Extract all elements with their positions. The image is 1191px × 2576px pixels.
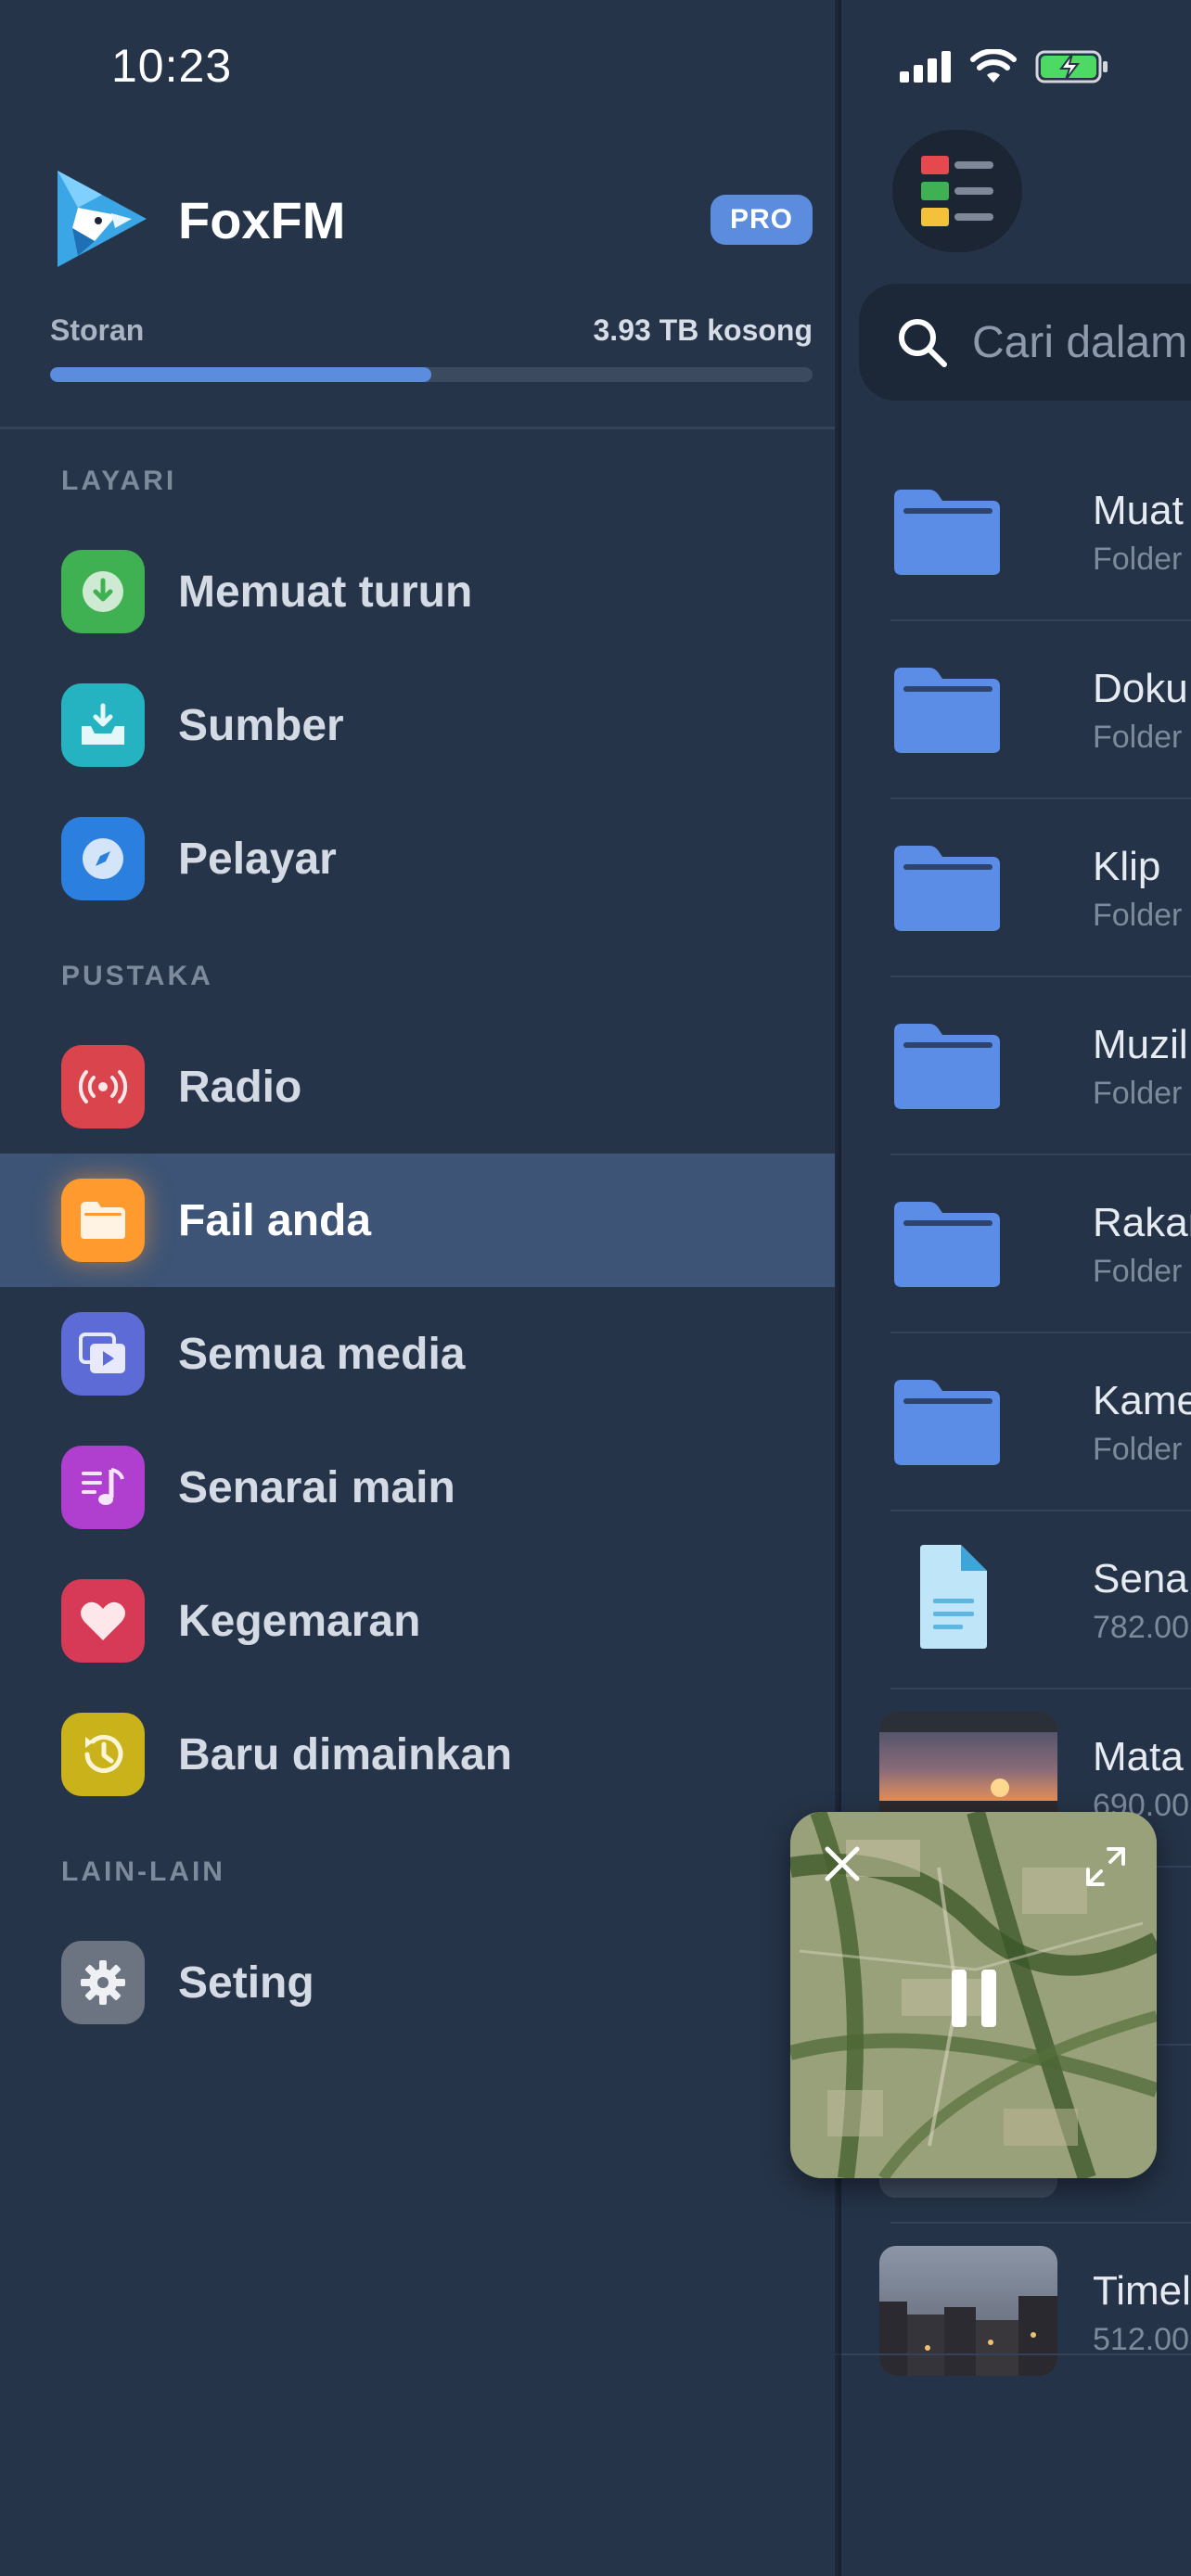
- pause-icon[interactable]: [948, 1970, 1000, 2027]
- list-item[interactable]: Muat Folder: [835, 443, 1191, 621]
- file-name: Rakar: [1093, 1200, 1191, 1245]
- list-item[interactable]: Rakar Folder: [835, 1155, 1191, 1333]
- menu-item-all-media[interactable]: Semua media: [0, 1287, 835, 1421]
- file-meta: Folder: [1093, 720, 1183, 755]
- menu-item-label: Kegemaran: [178, 1596, 421, 1646]
- section-header-other: LAIN-LAIN: [61, 1856, 225, 1887]
- signal-icon: [900, 51, 951, 83]
- menu-item-label: Radio: [178, 1062, 302, 1112]
- folder-icon: [894, 1024, 1000, 1109]
- file-name: Mata: [1093, 1734, 1184, 1779]
- navigation-drawer: 10:23 FoxFM PRO Storan 3.93 TB kosong LA…: [0, 0, 835, 2576]
- status-icons: [900, 48, 1109, 85]
- file-meta: Folder: [1093, 542, 1183, 577]
- list-item[interactable]: Timel 512.00: [835, 2224, 1191, 2402]
- radio-broadcast-icon: [61, 1045, 145, 1129]
- battery-charging-icon: [1035, 50, 1108, 83]
- file-meta: Folder: [1093, 1076, 1183, 1111]
- menu-item-label: Senarai main: [178, 1462, 455, 1512]
- menu-item-recent[interactable]: Baru dimainkan: [0, 1688, 835, 1821]
- menu-item-downloads[interactable]: Memuat turun: [0, 525, 835, 658]
- storage-free-text: 3.93 TB kosong: [593, 313, 813, 347]
- photo-thumbnail: [879, 2246, 1057, 2376]
- compass-icon: [61, 817, 145, 900]
- file-name: Muat: [1093, 488, 1184, 533]
- file-name: Sena: [1093, 1556, 1188, 1601]
- file-name: Kame: [1093, 1378, 1191, 1423]
- search-placeholder: Cari dalam: [972, 317, 1188, 367]
- media-icon: [61, 1312, 145, 1396]
- menu-toggle-button[interactable]: [892, 130, 1022, 252]
- list-item[interactable]: Klip Folder: [835, 799, 1191, 977]
- search-icon: [899, 319, 947, 367]
- file-meta: Folder: [1093, 1254, 1183, 1289]
- file-name: Muzil: [1093, 1022, 1188, 1067]
- folder-icon: [894, 490, 1000, 575]
- menu-item-files[interactable]: Fail anda: [0, 1154, 835, 1287]
- history-icon: [61, 1713, 145, 1796]
- menu-item-label: Baru dimainkan: [178, 1729, 513, 1779]
- menu-item-playlists[interactable]: Senarai main: [0, 1421, 835, 1554]
- storage-label: Storan: [50, 313, 145, 347]
- list-item[interactable]: Doku Folder: [835, 621, 1191, 799]
- gear-icon: [61, 1941, 145, 2024]
- menu-item-label: Memuat turun: [178, 567, 473, 617]
- menu-item-label: Pelayar: [178, 834, 337, 884]
- file-meta: 782.00: [1093, 1610, 1189, 1645]
- heart-icon: [61, 1579, 145, 1663]
- folder-icon: [894, 668, 1000, 753]
- foxfm-logo-icon: [58, 171, 147, 267]
- list-bottom-divider: [835, 2353, 1191, 2355]
- drawer-divider: [0, 427, 835, 429]
- app-title: FoxFM: [178, 191, 346, 249]
- playlist-icon: [61, 1446, 145, 1529]
- expand-icon[interactable]: [1082, 1843, 1129, 1890]
- list-item[interactable]: Muzil Folder: [835, 977, 1191, 1155]
- storage-bar-fill: [50, 367, 431, 382]
- folder-icon: [61, 1179, 145, 1262]
- section-header-library: PUSTAKA: [61, 961, 213, 991]
- folder-icon: [894, 846, 1000, 931]
- file-name: Timel: [1093, 2268, 1191, 2314]
- list-item[interactable]: Kame Folder: [835, 1333, 1191, 1511]
- file-name: Klip: [1093, 844, 1161, 889]
- menu-item-label: Semua media: [178, 1329, 466, 1379]
- file-meta: Folder: [1093, 898, 1183, 933]
- file-name: Doku: [1093, 666, 1188, 711]
- menu-item-label: Fail anda: [178, 1195, 372, 1245]
- wifi-icon: [970, 49, 1017, 83]
- folder-icon: [894, 1202, 1000, 1287]
- menu-item-label: Seting: [178, 1958, 314, 2008]
- document-icon: [920, 1545, 987, 1649]
- search-input[interactable]: Cari dalam: [859, 284, 1191, 401]
- menu-item-favorites[interactable]: Kegemaran: [0, 1554, 835, 1688]
- folder-icon: [894, 1380, 1000, 1465]
- color-list-menu-icon: [921, 156, 993, 226]
- download-icon: [61, 550, 145, 633]
- storage-bar: [50, 367, 813, 382]
- picture-in-picture-player[interactable]: [790, 1812, 1157, 2178]
- close-icon[interactable]: [822, 1843, 863, 1884]
- status-time: 10:23: [111, 40, 233, 92]
- pro-badge[interactable]: PRO: [711, 195, 813, 245]
- inbox-icon: [61, 683, 145, 767]
- menu-item-sources[interactable]: Sumber: [0, 658, 835, 792]
- menu-item-label: Sumber: [178, 700, 344, 750]
- file-browser-panel: Cari dalam Muat Folder Doku Folder Klip …: [835, 0, 1191, 2576]
- file-meta: Folder: [1093, 1432, 1183, 1467]
- list-item[interactable]: Sena 782.00: [835, 1511, 1191, 1690]
- menu-item-radio[interactable]: Radio: [0, 1020, 835, 1154]
- section-header-browse: LAYARI: [61, 465, 177, 496]
- menu-item-browser[interactable]: Pelayar: [0, 792, 835, 925]
- menu-item-settings[interactable]: Seting: [0, 1916, 835, 2049]
